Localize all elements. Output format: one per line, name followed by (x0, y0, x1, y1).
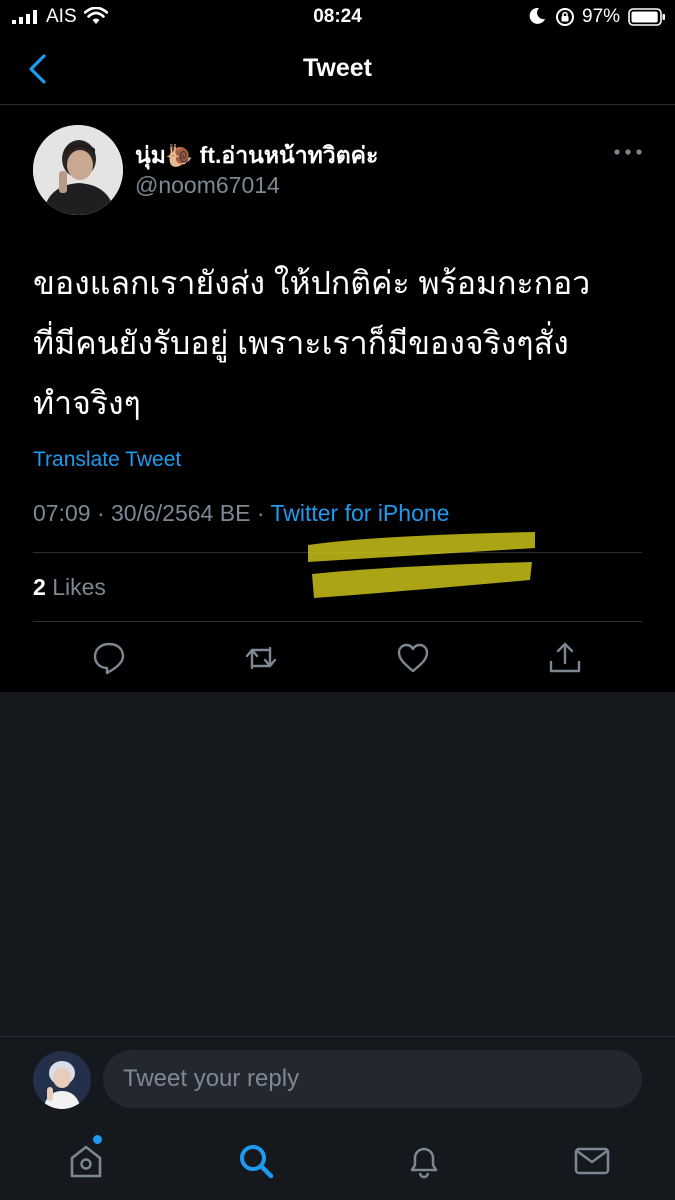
user-avatar-image (33, 1051, 91, 1109)
likes-count[interactable]: 2 Likes (33, 574, 106, 601)
divider (33, 621, 642, 622)
reply-icon[interactable] (92, 641, 126, 675)
tweet-date: 30/6/2564 BE (111, 500, 251, 526)
author-name-suffix: ft.อ่านหน้าทวิตค่ะ (193, 142, 379, 168)
battery-icon (628, 8, 665, 26)
tweet-time: 07:09 (33, 500, 91, 526)
tweet-text-line: ทำจริงๆ (33, 385, 141, 421)
author-avatar[interactable] (33, 125, 123, 215)
likes-number: 2 (33, 574, 46, 600)
tweet-text: ของแลกเรายังส่ง ให้ปกติค่ะ พร้อมกะกอว ที… (33, 253, 648, 433)
bottom-tab-bar (0, 1125, 675, 1200)
share-icon[interactable] (548, 641, 582, 675)
author-handle[interactable]: @noom67014 (135, 172, 280, 199)
battery-percent: 97% (582, 6, 621, 27)
top-nav-bar: Tweet (0, 34, 675, 105)
notifications-icon[interactable] (404, 1141, 444, 1181)
tweet-metadata: 07:09 · 30/6/2564 BE · Twitter for iPhon… (33, 500, 449, 527)
tweet-text-line: ของแลกเรายังส่ง ให้ปกติค่ะ พร้อมกะกอว (33, 265, 591, 301)
tweet-text-line: ที่มีคนยังรับอยู่ เพราะเราก็มีของจริงๆสั… (33, 325, 569, 361)
author-display-name[interactable]: นุ่ม🐌 ft.อ่านหน้าทวิตค่ะ (135, 138, 378, 174)
divider (33, 552, 642, 553)
reply-composer (0, 1036, 675, 1125)
tweet-source-link[interactable]: Twitter for iPhone (270, 500, 449, 526)
rotation-lock-icon (556, 8, 574, 26)
do-not-disturb-icon (529, 7, 545, 24)
heart-icon[interactable] (396, 641, 430, 675)
retweet-icon[interactable] (244, 641, 278, 675)
author-name: นุ่ม (135, 142, 166, 168)
page-title: Tweet (303, 54, 372, 82)
snail-emoji: 🐌 (165, 143, 194, 168)
meta-separator: · (256, 500, 265, 526)
translate-tweet-link[interactable]: Translate Tweet (33, 448, 181, 472)
home-notification-dot (93, 1135, 102, 1144)
home-icon[interactable] (66, 1141, 106, 1181)
author-avatar-image (33, 125, 123, 215)
likes-label: Likes (52, 574, 106, 600)
tweet-detail: นุ่ม🐌 ft.อ่านหน้าทวิตค่ะ @noom67014 ของแ… (0, 105, 675, 692)
reply-input[interactable] (103, 1050, 642, 1108)
more-horizontal-icon[interactable] (612, 145, 644, 159)
messages-icon[interactable] (572, 1141, 612, 1181)
status-bar: AIS 08:24 97% (0, 0, 675, 34)
user-avatar[interactable] (33, 1051, 91, 1109)
meta-separator: · (96, 500, 105, 526)
search-icon[interactable] (236, 1141, 276, 1181)
